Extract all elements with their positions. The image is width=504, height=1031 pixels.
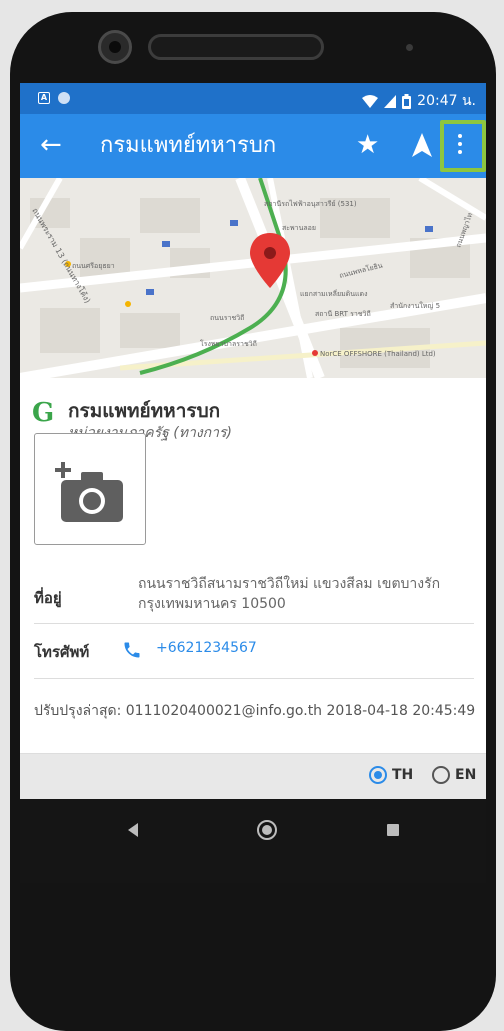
- star-icon[interactable]: ★: [356, 130, 379, 160]
- front-camera-icon: [98, 30, 132, 64]
- sync-icon: [58, 92, 70, 104]
- nav-recents-icon[interactable]: [387, 824, 399, 836]
- phone-frame: A 20:47 น. ← กรมแพทย์ทหารบก ★ ถนนพระราม …: [10, 12, 496, 1031]
- phone-row[interactable]: โทรศัพท์ +6621234567: [34, 640, 474, 664]
- system-navigation-bar: [20, 799, 486, 883]
- address-line-2: กรุงเทพมหานคร 10500: [138, 596, 286, 612]
- battery-icon: [402, 93, 412, 109]
- signal-icon: [384, 94, 397, 108]
- map-canvas: ถนนพระราม 13 (ถนนทางโค้ง) สถานีรถไฟฟ้าอน…: [20, 178, 486, 378]
- notification-icon: A: [38, 92, 50, 104]
- divider: [34, 678, 474, 679]
- map-label: สถานี BRT ราชวิถี: [315, 310, 371, 318]
- map-view[interactable]: ถนนพระราม 13 (ถนนทางโค้ง) สถานีรถไฟฟ้าอน…: [20, 178, 486, 378]
- map-label: สำนักงานใหญ่ 5: [390, 301, 440, 310]
- earpiece-speaker: [148, 34, 324, 60]
- map-label: NorCE OFFSHORE (Thailand) Ltd): [320, 350, 436, 358]
- map-label: ถนนศรีอยุธยา: [72, 262, 115, 270]
- wifi-icon: [362, 94, 379, 108]
- nav-home-icon[interactable]: [257, 820, 277, 840]
- navigation-icon[interactable]: [412, 133, 432, 157]
- status-time: 20:47 น.: [417, 93, 476, 109]
- place-logo: G: [32, 398, 55, 428]
- map-label: โรงพยาบาลราชวิถี: [200, 339, 257, 348]
- radio-en[interactable]: [432, 766, 450, 784]
- page-title: กรมแพทย์ทหารบก: [100, 133, 277, 158]
- last-updated: ปรับปรุงล่าสุด: 0111020400021@info.go.th…: [34, 703, 476, 719]
- status-bar: A 20:47 น.: [20, 83, 486, 114]
- more-menu-button[interactable]: [440, 120, 486, 172]
- address-line-1: ถนนราชวิถีสนามราชวิถีใหม่ แขวงสีลม เขตบา…: [138, 576, 441, 592]
- add-photo-button[interactable]: [34, 433, 146, 545]
- radio-en-label[interactable]: EN: [455, 766, 476, 784]
- app-bar: ← กรมแพทย์ทหารบก ★: [20, 114, 486, 178]
- map-label: ถนนราชวิถี: [210, 314, 244, 322]
- phone-icon: [124, 642, 140, 658]
- map-label: สถานีรถไฟฟ้าอนุสาวรีย์ (531): [264, 199, 357, 208]
- radio-th[interactable]: [369, 766, 387, 784]
- language-selector: TH EN: [20, 753, 486, 800]
- address-row: ที่อยู่ ถนนราชวิถีสนามราชวิถีใหม่ แขวงสี…: [34, 574, 474, 614]
- screen: A 20:47 น. ← กรมแพทย์ทหารบก ★ ถนนพระราม …: [20, 83, 486, 883]
- radio-th-label[interactable]: TH: [392, 766, 413, 784]
- divider: [34, 623, 474, 624]
- arrow-left-icon[interactable]: ←: [40, 130, 62, 160]
- proximity-sensor: [406, 44, 413, 51]
- nav-back-icon[interactable]: [128, 823, 138, 837]
- more-vert-icon: [458, 134, 464, 158]
- phone-label: โทรศัพท์: [34, 643, 90, 661]
- add-photo-icon: [55, 462, 123, 522]
- map-label: แยกสามเหลี่ยมดินแดง: [300, 289, 368, 298]
- map-label: สะพานลอย: [282, 224, 316, 232]
- address-label: ที่อยู่: [34, 589, 62, 607]
- phone-number-link[interactable]: +6621234567: [156, 640, 257, 656]
